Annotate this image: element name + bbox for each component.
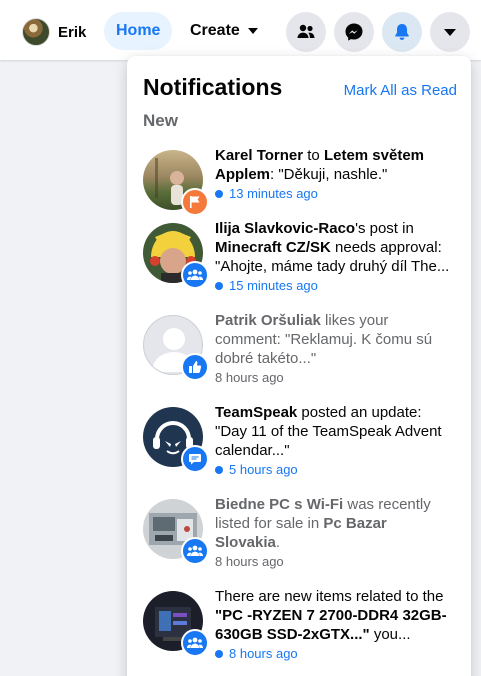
actor-name: Biedne PC s Wi-Fi <box>215 496 344 513</box>
notification-item[interactable]: Biedne PC s Wi-Fi was recently listed fo… <box>135 491 463 571</box>
notification-avatar <box>143 315 209 381</box>
bell-icon <box>395 24 409 40</box>
comment-icon <box>189 454 201 465</box>
badge <box>181 445 209 473</box>
notification-item[interactable]: Karel Torner to Letem světem Applem: "Dě… <box>135 142 463 216</box>
notification-item[interactable]: TeamSpeak posted an update: "Day 11 of t… <box>135 399 463 479</box>
notification-avatar <box>143 407 209 473</box>
timestamp: 15 minutes ago <box>229 278 318 293</box>
unread-dot <box>215 650 223 658</box>
notification-time: 8 hours ago <box>215 553 455 571</box>
timestamp: 13 minutes ago <box>229 186 318 201</box>
home-label: Home <box>116 22 161 39</box>
create-button[interactable]: Create <box>178 12 270 50</box>
message-rest: you... <box>369 626 411 643</box>
group-icon <box>187 269 203 280</box>
notification-text: TeamSpeak posted an update: "Day 11 of t… <box>215 399 463 479</box>
avatar <box>22 18 50 46</box>
chevron-down-icon <box>444 28 456 36</box>
chevron-down-icon <box>247 28 258 34</box>
notification-time: 13 minutes ago <box>215 185 455 203</box>
notification-time: 15 minutes ago <box>215 277 455 295</box>
account-menu-button[interactable] <box>430 12 470 52</box>
timestamp: 8 hours ago <box>229 646 298 661</box>
badge <box>181 261 209 289</box>
friends-button[interactable] <box>286 12 326 52</box>
notification-text: Karel Torner to Letem světem Applem: "Dě… <box>215 142 463 210</box>
group-icon <box>187 545 203 556</box>
panel-title: Notifications <box>143 74 283 100</box>
notification-text: Patrik Oršuliak likes your comment: "Rek… <box>215 307 463 387</box>
target-name: "PC -RYZEN 7 2700-DDR4 32GB-630GB SSD-2x… <box>215 607 447 643</box>
badge <box>181 188 209 216</box>
notification-item[interactable]: Ilija Slavkovic-Raco's post in Minecraft… <box>135 215 463 295</box>
message-middle: There are new items related to the <box>215 588 444 605</box>
timestamp: 8 hours ago <box>215 554 284 569</box>
message-middle: 's post in <box>355 220 414 237</box>
notification-time: 8 hours ago <box>215 645 455 663</box>
message-rest: . <box>275 534 281 551</box>
thumbs-up-icon <box>189 361 202 373</box>
home-button[interactable]: Home <box>104 12 173 50</box>
notification-time: 5 hours ago <box>215 461 455 479</box>
group-icon <box>187 637 203 648</box>
notification-message: There are new items related to the "PC -… <box>215 587 455 644</box>
profile-button[interactable]: Erik <box>18 12 96 52</box>
notification-message: Patrik Oršuliak likes your comment: "Rek… <box>215 311 455 368</box>
unread-dot <box>215 190 223 198</box>
target-name: Minecraft CZ/SK <box>215 239 331 256</box>
notification-avatar <box>143 591 209 657</box>
notification-message: Biedne PC s Wi-Fi was recently listed fo… <box>215 495 455 552</box>
profile-name: Erik <box>58 23 87 41</box>
badge <box>181 353 209 381</box>
unread-dot <box>215 282 223 290</box>
notification-text: Biedne PC s Wi-Fi was recently listed fo… <box>215 491 463 571</box>
top-navigation-bar: Erik Home Create <box>0 0 481 60</box>
notification-item[interactable]: There are new items related to the "PC -… <box>135 583 463 663</box>
timestamp: 5 hours ago <box>229 462 298 477</box>
actor-name: Patrik Oršuliak <box>215 312 321 329</box>
messenger-icon <box>345 23 363 41</box>
create-label: Create <box>190 22 240 39</box>
notification-message: TeamSpeak posted an update: "Day 11 of t… <box>215 403 455 460</box>
flag-icon <box>190 196 200 208</box>
notification-time: 8 hours ago <box>215 369 455 387</box>
notification-avatar <box>143 223 209 289</box>
friends-icon <box>297 24 315 38</box>
notification-message: Ilija Slavkovic-Raco's post in Minecraft… <box>215 219 455 276</box>
badge <box>181 537 209 565</box>
message-rest: : "Děkuji, nashle." <box>270 166 388 183</box>
badge <box>181 629 209 657</box>
messenger-button[interactable] <box>334 12 374 52</box>
notifications-button[interactable] <box>382 12 422 52</box>
notification-item[interactable]: Patrik Oršuliak likes your comment: "Rek… <box>135 307 463 387</box>
timestamp: 8 hours ago <box>215 370 284 385</box>
panel-header: Notifications Mark All as Read <box>143 74 457 101</box>
actor-name: TeamSpeak <box>215 404 298 421</box>
actor-name: Karel Torner <box>215 147 304 164</box>
unread-dot <box>215 466 223 474</box>
notification-text: There are new items related to the "PC -… <box>215 583 463 663</box>
notification-avatar <box>143 499 209 565</box>
section-heading-new: New <box>143 111 178 130</box>
notification-message: Karel Torner to Letem světem Applem: "Dě… <box>215 146 455 184</box>
notification-avatar <box>143 150 209 216</box>
message-middle: to <box>303 147 324 164</box>
mark-all-read-link[interactable]: Mark All as Read <box>344 82 457 99</box>
notification-text: Ilija Slavkovic-Raco's post in Minecraft… <box>215 215 463 295</box>
notifications-panel: Notifications Mark All as Read New Karel… <box>127 56 471 676</box>
actor-name: Ilija Slavkovic-Raco <box>215 220 356 237</box>
